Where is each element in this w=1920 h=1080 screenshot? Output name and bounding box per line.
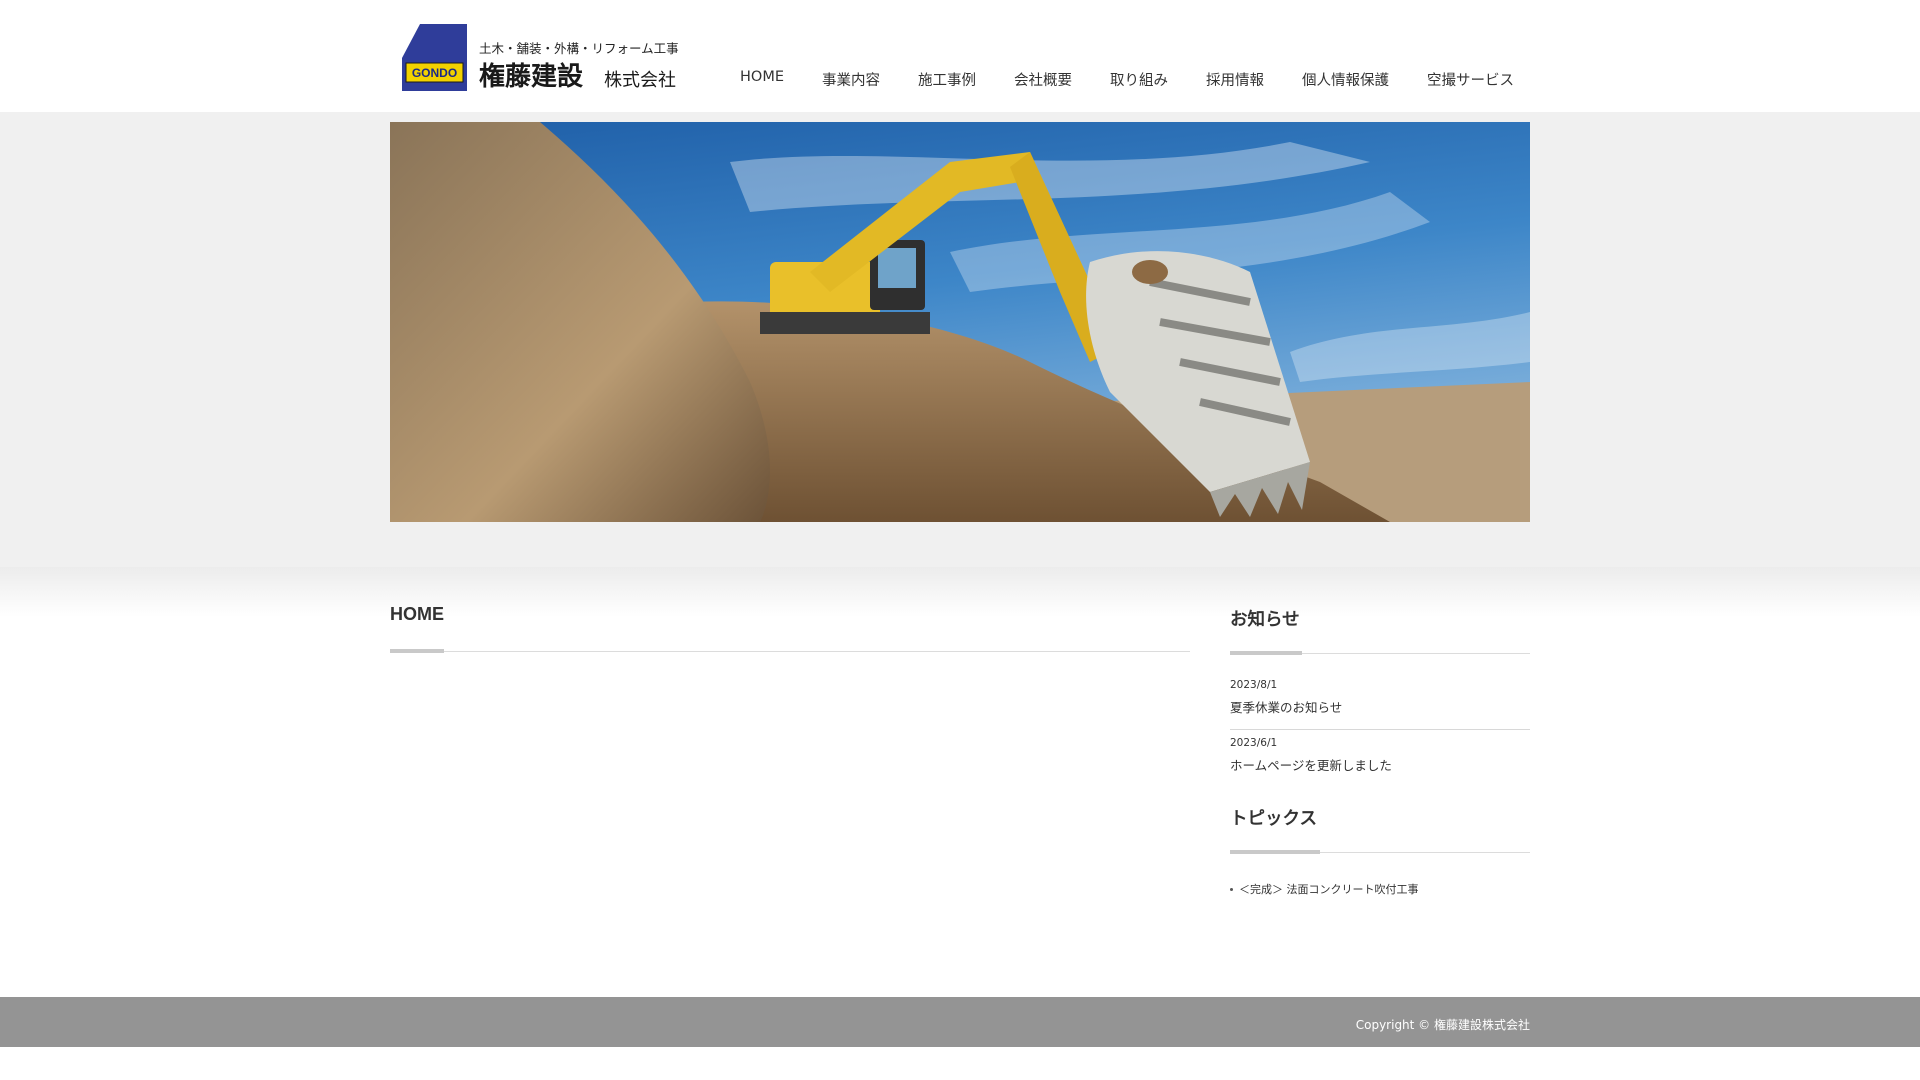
page-title: HOME [390, 604, 444, 624]
site-footer: Copyright © 権藤建設株式会社 [0, 997, 1920, 1047]
news-heading-underline [1230, 651, 1302, 655]
news-item: 2023/6/1 ホームページを更新しました [1230, 737, 1530, 774]
copyright-text: Copyright © 権藤建設株式会社 [1355, 1018, 1530, 1032]
nav-initiatives[interactable]: 取り組み [1092, 0, 1188, 112]
company-logo-link[interactable]: GONDO 土木・舗装・外構・リフォーム工事 権藤建設 株式会社 [390, 0, 702, 99]
news-divider [1230, 729, 1530, 730]
title-underline [390, 649, 444, 653]
news-heading: お知らせ [1230, 610, 1300, 630]
news-item: 2023/8/1 夏季休業のお知らせ [1230, 679, 1530, 716]
nav-recruit[interactable]: 採用情報 [1188, 0, 1284, 112]
topic-link[interactable]: ＜完成＞ 法面コンクリート吹付工事 [1239, 881, 1419, 897]
nav-business[interactable]: 事業内容 [804, 0, 900, 112]
topic-item: ＜完成＞ 法面コンクリート吹付工事 [1230, 881, 1419, 897]
logo-mark-icon: GONDO [402, 24, 467, 91]
topics-heading: トピックス [1230, 809, 1317, 829]
logo-company-suffix: 株式会社 [604, 70, 676, 91]
nav-aerial[interactable]: 空撮サービス [1409, 0, 1534, 112]
news-title-link[interactable]: ホームページを更新しました [1230, 755, 1530, 774]
news-heading-block: お知らせ [1230, 606, 1530, 655]
company-logo: GONDO 土木・舗装・外構・リフォーム工事 権藤建設 株式会社 [402, 24, 679, 92]
news-date: 2023/8/1 [1230, 679, 1278, 691]
global-nav: HOME 事業内容 施工事例 会社概要 取り組み 採用情報 個人情報保護 空撮サ… [722, 0, 1534, 112]
news-title-link[interactable]: 夏季休業のお知らせ [1230, 697, 1530, 716]
nav-company[interactable]: 会社概要 [996, 0, 1092, 112]
nav-privacy[interactable]: 個人情報保護 [1284, 0, 1409, 112]
nav-home[interactable]: HOME [722, 0, 804, 112]
logo-mark-text: GONDO [412, 66, 457, 80]
bullet-icon [1230, 887, 1233, 891]
topics-heading-underline [1230, 850, 1320, 854]
topics-heading-block: トピックス [1230, 805, 1530, 854]
hero-excavator-image [390, 122, 1530, 522]
site-header: GONDO 土木・舗装・外構・リフォーム工事 権藤建設 株式会社 HOME 事業… [0, 0, 1920, 112]
nav-works[interactable]: 施工事例 [900, 0, 996, 112]
news-date: 2023/6/1 [1230, 737, 1278, 749]
logo-tagline: 土木・舗装・外構・リフォーム工事 [479, 41, 679, 56]
logo-company-name: 権藤建設 [479, 61, 584, 92]
main-title-block: HOME [390, 604, 1190, 653]
